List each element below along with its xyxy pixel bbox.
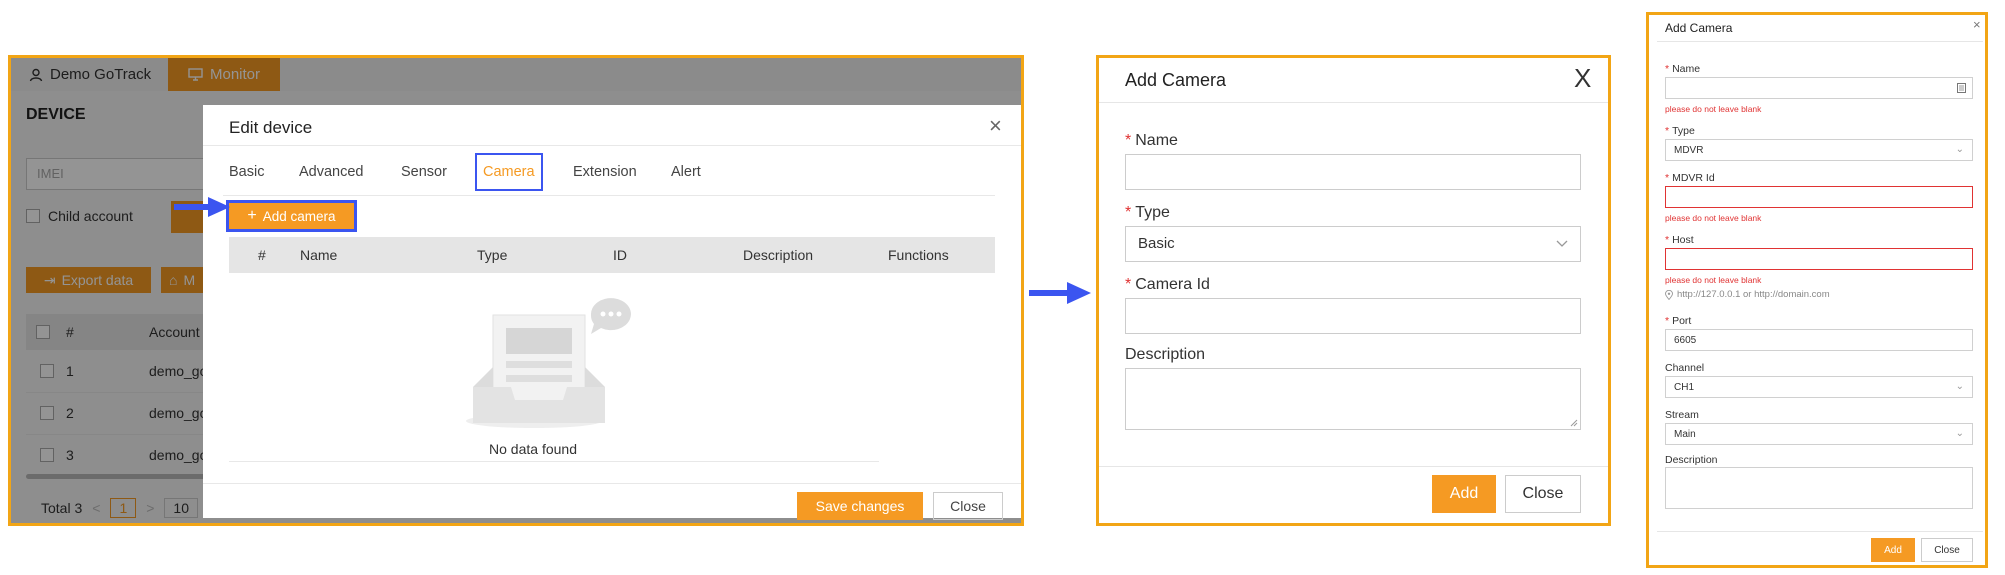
add-button[interactable]: Add <box>1871 538 1915 562</box>
camera-id-input[interactable] <box>1125 298 1581 334</box>
col-name: Name <box>300 247 338 263</box>
add-camera-label: Add camera <box>262 208 336 224</box>
add-camera-button[interactable]: + Add camera <box>226 200 357 232</box>
mdvr-id-error: please do not leave blank <box>1665 213 1762 223</box>
description-textarea[interactable] <box>1125 368 1581 430</box>
divider <box>229 461 879 462</box>
divider <box>1657 41 1983 42</box>
channel-select[interactable]: CH1 ⌄ <box>1665 376 1973 398</box>
camera-id-label: * Camera Id <box>1125 276 1210 293</box>
type-label: * Type <box>1125 204 1170 221</box>
chevron-down-icon: ⌄ <box>1955 428 1964 439</box>
required-asterisk: * <box>1665 125 1670 137</box>
camera-table-header: # Name Type ID Description Functions <box>229 237 995 273</box>
modal-title: Edit device <box>229 118 313 137</box>
tab-camera[interactable]: Camera <box>475 153 543 191</box>
host-hint: http://127.0.0.1 or http://domain.com <box>1665 289 1830 300</box>
channel-value: CH1 <box>1674 382 1695 393</box>
description-label: Description <box>1125 346 1206 363</box>
host-label: * Host <box>1665 234 1694 246</box>
type-select[interactable]: MDVR ⌄ <box>1665 139 1973 161</box>
mdvr-id-label: * MDVR Id <box>1665 172 1715 184</box>
channel-label: Channel <box>1665 362 1705 374</box>
name-error: please do not leave blank <box>1665 104 1762 114</box>
stream-select[interactable]: Main ⌄ <box>1665 423 1973 445</box>
name-input[interactable] <box>1665 77 1973 99</box>
close-button[interactable]: Close <box>1505 475 1581 513</box>
plus-icon: + <box>247 207 257 224</box>
save-changes-button[interactable]: Save changes <box>797 492 923 520</box>
tab-alert[interactable]: Alert <box>665 153 707 191</box>
type-value: Basic <box>1138 235 1175 252</box>
close-icon[interactable]: × <box>1973 17 1981 32</box>
divider <box>1657 531 1983 532</box>
chevron-down-icon: ⌄ <box>1955 144 1964 155</box>
contact-card-icon <box>1957 83 1966 93</box>
port-input[interactable]: 6605 <box>1665 329 1973 351</box>
col-type: Type <box>477 247 508 263</box>
host-hint-text: http://127.0.0.1 or http://domain.com <box>1677 289 1830 300</box>
required-asterisk: * <box>1125 204 1132 221</box>
empty-state-text: No data found <box>489 441 577 457</box>
col-id: ID <box>613 247 627 263</box>
col-description: Description <box>743 247 814 263</box>
chevron-down-icon: ⌄ <box>1955 381 1964 392</box>
type-label: * Type <box>1665 125 1695 137</box>
close-icon[interactable]: × <box>989 113 1002 139</box>
close-button[interactable]: Close <box>933 492 1003 520</box>
divider <box>223 195 995 196</box>
add-button[interactable]: Add <box>1432 475 1496 513</box>
add-camera-basic-screenshot: Add Camera X * Name * Type Basic * Camera I… <box>1096 55 1611 526</box>
divider <box>203 145 1021 146</box>
col-num: # <box>258 247 266 263</box>
name-label: * Name <box>1665 63 1701 75</box>
required-asterisk: * <box>1665 234 1670 246</box>
tab-extension[interactable]: Extension <box>567 153 643 191</box>
required-asterisk: * <box>1665 63 1670 75</box>
col-functions: Functions <box>888 247 949 263</box>
port-label: * Port <box>1665 315 1692 327</box>
tab-sensor[interactable]: Sensor <box>395 153 453 191</box>
close-icon[interactable]: X <box>1574 63 1591 94</box>
type-select[interactable]: Basic <box>1125 226 1581 262</box>
empty-inbox-icon <box>466 298 631 428</box>
type-value: MDVR <box>1674 145 1704 156</box>
description-label: Description <box>1665 454 1718 466</box>
stream-value: Main <box>1674 429 1696 440</box>
edit-device-modal: Edit device × Basic Advanced Sensor Came… <box>203 105 1021 520</box>
dialog-title: Add Camera <box>1125 70 1227 90</box>
name-label: * Name <box>1125 132 1178 149</box>
chevron-down-icon <box>1556 240 1568 247</box>
close-button[interactable]: Close <box>1921 538 1973 562</box>
host-input[interactable] <box>1665 248 1973 270</box>
location-pin-icon <box>1665 289 1673 300</box>
divider <box>1099 102 1608 103</box>
tab-basic[interactable]: Basic <box>223 153 270 191</box>
divider <box>203 483 1021 484</box>
required-asterisk: * <box>1125 276 1132 293</box>
arrow-right-icon <box>174 197 230 217</box>
mdvr-id-input[interactable] <box>1665 186 1973 208</box>
host-error: please do not leave blank <box>1665 275 1762 285</box>
description-textarea[interactable] <box>1665 467 1973 509</box>
arrow-right-icon <box>1029 282 1091 304</box>
edit-device-screenshot: Demo GoTrack Monitor DEVICE IMEI Child a… <box>8 55 1024 526</box>
add-camera-mdvr-screenshot: Add Camera × * Name please do not leave b… <box>1646 12 1988 568</box>
stream-label: Stream <box>1665 409 1699 421</box>
divider <box>1099 466 1608 467</box>
required-asterisk: * <box>1125 132 1132 149</box>
resize-handle-icon[interactable] <box>1570 419 1578 427</box>
dialog-title: Add Camera <box>1665 21 1733 35</box>
required-asterisk: * <box>1665 172 1670 184</box>
name-input[interactable] <box>1125 154 1581 190</box>
required-asterisk: * <box>1665 315 1670 327</box>
tab-advanced[interactable]: Advanced <box>293 153 370 191</box>
